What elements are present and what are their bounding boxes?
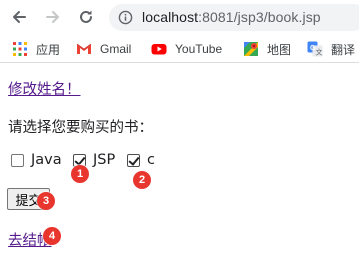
forward-arrow-icon bbox=[46, 11, 59, 23]
checkbox-java[interactable] bbox=[11, 153, 24, 167]
option-label: Java bbox=[31, 152, 62, 168]
annotation-badge-1: 1 bbox=[71, 165, 89, 183]
bookmarks-bar: 应用 Gmail YouTube 地图 G 文 翻译 bbox=[0, 35, 359, 63]
rename-link[interactable]: 修改姓名！ bbox=[8, 78, 81, 99]
annotation-badge-3: 3 bbox=[37, 192, 55, 210]
youtube-icon bbox=[151, 44, 167, 55]
back-arrow-icon bbox=[13, 11, 26, 23]
browser-toolbar: localhost:8081/jsp3/book.jsp bbox=[0, 0, 359, 35]
gmail-icon bbox=[76, 43, 92, 54]
bookmark-apps[interactable]: 应用 bbox=[12, 41, 60, 57]
bookmark-youtube[interactable]: YouTube bbox=[151, 41, 222, 57]
reload-button[interactable] bbox=[76, 7, 96, 27]
maps-icon bbox=[244, 42, 258, 56]
svg-text:文: 文 bbox=[316, 48, 323, 57]
apps-grid-icon bbox=[13, 42, 27, 56]
checkbox-c[interactable] bbox=[127, 153, 140, 167]
bookmark-label: Gmail bbox=[100, 42, 132, 56]
info-icon[interactable] bbox=[118, 10, 133, 25]
bookmark-maps[interactable]: 地图 bbox=[243, 41, 291, 57]
bookmark-gmail[interactable]: Gmail bbox=[76, 41, 131, 57]
back-button[interactable] bbox=[9, 7, 29, 27]
option-label: JSP bbox=[93, 152, 116, 168]
bookmark-label: 翻译 bbox=[331, 42, 356, 57]
forward-button[interactable] bbox=[43, 7, 63, 27]
bookmark-translate[interactable]: G 文 翻译 bbox=[307, 41, 355, 57]
url-path: :8081/jsp3/book.jsp bbox=[198, 9, 321, 25]
reload-icon bbox=[80, 10, 92, 23]
translate-icon: G 文 bbox=[307, 41, 323, 57]
option-c[interactable]: c bbox=[127, 152, 155, 168]
bookmark-label: 应用 bbox=[36, 42, 61, 57]
annotation-badge-2: 2 bbox=[133, 171, 151, 189]
option-java[interactable]: Java bbox=[11, 152, 62, 168]
url-text[interactable]: localhost:8081/jsp3/book.jsp bbox=[142, 9, 321, 25]
bookmark-label: YouTube bbox=[175, 42, 223, 56]
bookmark-label: 地图 bbox=[267, 42, 292, 57]
option-label: c bbox=[147, 152, 155, 168]
address-bar[interactable]: localhost:8081/jsp3/book.jsp bbox=[109, 4, 359, 31]
annotation-badge-4: 4 bbox=[43, 227, 61, 245]
url-host: localhost bbox=[142, 9, 199, 25]
page-content: 修改姓名！ 请选择您要购买的书： Java JSP c 提交 去结帐 1 2 3… bbox=[0, 64, 359, 266]
page-prompt: 请选择您要购买的书： bbox=[8, 120, 153, 136]
